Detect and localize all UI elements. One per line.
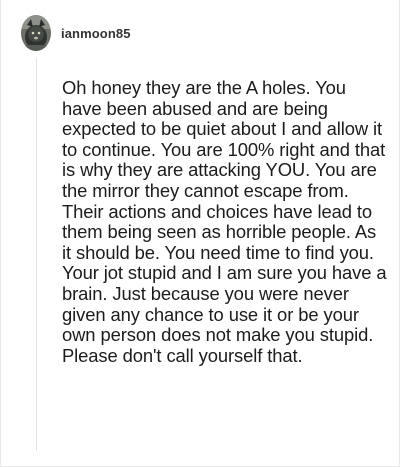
comment-card: ianmoon85 Oh honey they are the A holes.… (0, 0, 400, 467)
thread-line[interactable] (36, 58, 37, 451)
avatar-icon (21, 15, 51, 51)
comment-header: ianmoon85 (21, 14, 131, 52)
avatar[interactable] (21, 15, 51, 51)
username-link[interactable]: ianmoon85 (61, 26, 131, 41)
comment-text: Oh honey they are the A holes. You have … (62, 77, 387, 366)
